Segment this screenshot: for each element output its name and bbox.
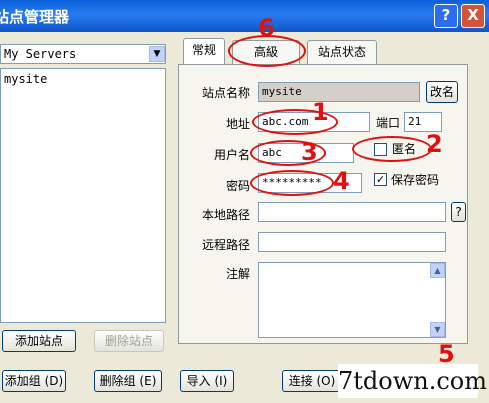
- local-path-browse-button[interactable]: ?: [451, 202, 466, 222]
- annotation-3: 3: [301, 138, 318, 166]
- connect-button[interactable]: 连接 (O): [282, 370, 342, 392]
- delete-group-button[interactable]: 删除组 (E): [94, 370, 162, 392]
- rename-button[interactable]: 改名: [426, 81, 458, 103]
- site-list[interactable]: mysite: [0, 68, 166, 323]
- local-path-label: 本地路径: [201, 208, 250, 222]
- local-path-field[interactable]: [258, 202, 446, 222]
- title-bar[interactable]: [0, 0, 489, 32]
- site-name-field: mysite: [258, 82, 420, 102]
- anonymous-highlight-ellipse: [352, 136, 432, 162]
- port-field[interactable]: 21: [404, 112, 442, 132]
- import-button[interactable]: 导入 (I): [180, 370, 234, 392]
- port-label: 端口: [376, 116, 401, 130]
- annotation-6: 6: [258, 14, 275, 42]
- help-button[interactable]: ?: [434, 4, 458, 28]
- remote-path-field[interactable]: [258, 232, 446, 252]
- add-group-button[interactable]: 添加组 (D): [2, 370, 66, 392]
- annotation-1: 1: [312, 98, 329, 126]
- server-group-value: My Servers: [4, 47, 77, 61]
- notes-label: 注解: [225, 267, 250, 281]
- annotation-2: 2: [426, 130, 443, 158]
- password-highlight-ellipse: [250, 170, 334, 196]
- notes-textarea[interactable]: [258, 262, 446, 338]
- window-title: 站点管理器: [0, 8, 70, 26]
- server-group-select[interactable]: My Servers ▼: [0, 44, 166, 64]
- close-button[interactable]: X: [461, 4, 485, 28]
- scroll-up-icon[interactable]: ▲: [430, 263, 445, 278]
- save-password-checkbox[interactable]: ✓: [374, 173, 387, 186]
- scroll-down-icon[interactable]: ▼: [430, 322, 445, 337]
- annotation-4: 4: [333, 167, 350, 195]
- save-password-label: 保存密码: [391, 173, 440, 187]
- address-label: 地址: [225, 117, 250, 131]
- remote-path-label: 远程路径: [201, 238, 250, 252]
- password-label: 密码: [225, 179, 250, 193]
- add-site-button[interactable]: 添加站点: [2, 330, 76, 352]
- tab-site-status[interactable]: 站点状态: [307, 40, 377, 64]
- site-name-label: 站点名称: [201, 86, 250, 100]
- site-list-item[interactable]: mysite: [4, 72, 47, 86]
- tab-general[interactable]: 常规: [183, 38, 225, 64]
- watermark-text: 7tdown.com: [338, 364, 487, 398]
- delete-site-button[interactable]: 删除站点: [94, 330, 164, 352]
- username-label: 用户名: [213, 148, 250, 162]
- chevron-down-icon[interactable]: ▼: [149, 46, 165, 62]
